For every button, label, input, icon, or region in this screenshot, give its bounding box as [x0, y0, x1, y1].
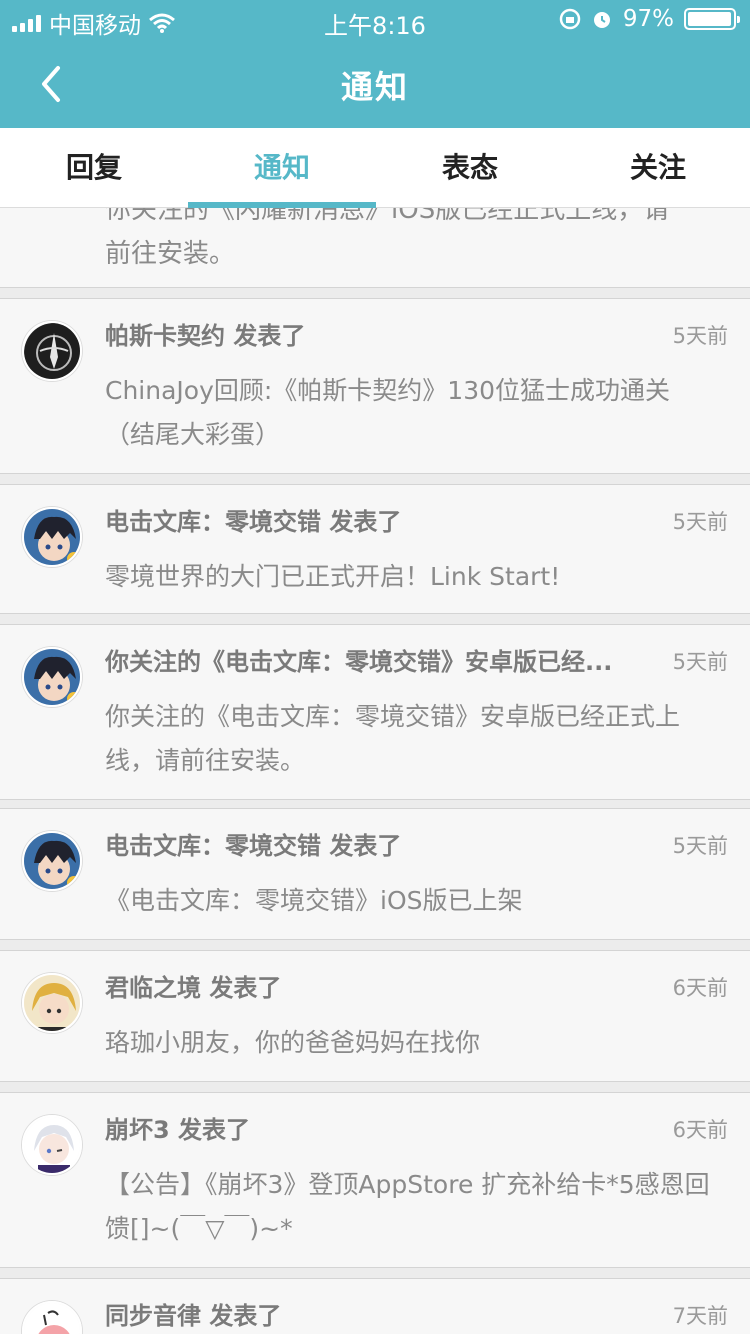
notification-list[interactable]: 你关注的《闪耀新消息》iOS版已经正式上线，请 前往安装。 帕斯卡契约 发表了 … [0, 208, 750, 1334]
list-item[interactable]: 电击文库：零境交错 发表了 5天前 《电击文库：零境交错》iOS版已上架 [0, 808, 750, 940]
tab-notifications[interactable]: 通知 [188, 128, 376, 208]
status-right: 97% [559, 6, 740, 32]
notification-title: 你关注的《电击文库：零境交错》安卓版已经... [105, 648, 613, 676]
list-item[interactable]: 同步音律 发表了 7天前 [0, 1278, 750, 1334]
pascal-avatar[interactable] [22, 321, 82, 381]
notification-title: 电击文库：零境交错 发表了 [105, 508, 402, 536]
battery-icon [684, 8, 740, 30]
notification-body: 【公告】《崩坏3》登顶AppStore 扩充补给卡*5感恩回馈[]~(￣▽￣)~… [105, 1170, 710, 1243]
notification-title: 崩坏3 发表了 [105, 1116, 251, 1144]
page-title: 通知 [340, 68, 409, 106]
notification-body: 你关注的《闪耀新消息》iOS版已经正式上线，请 前往安装。 [105, 208, 725, 276]
notification-body: ChinaJoy回顾:《帕斯卡契约》130位猛士成功通关 （结尾大彩蛋） [105, 376, 671, 449]
notification-time: 5天前 [672, 650, 728, 674]
notification-title: 君临之境 发表了 [105, 974, 282, 1002]
tab-follow[interactable]: 关注 [564, 128, 750, 208]
body-line: 前往安装。 [105, 239, 236, 269]
notification-time: 7天前 [672, 1304, 728, 1328]
tab-reactions[interactable]: 表态 [376, 128, 564, 208]
list-item[interactable]: 帕斯卡契约 发表了 5天前 ChinaJoy回顾:《帕斯卡契约》130位猛士成功… [0, 298, 750, 474]
tab-reply[interactable]: 回复 [0, 128, 188, 208]
alarm-icon [593, 12, 610, 28]
white-hair-girl-avatar[interactable] [22, 1115, 82, 1175]
list-item-partial[interactable]: 你关注的《闪耀新消息》iOS版已经正式上线，请 前往安装。 [0, 208, 750, 288]
list-item[interactable]: 君临之境 发表了 6天前 珞珈小朋友，你的爸爸妈妈在找你 [0, 950, 750, 1082]
anime-boy-avatar[interactable] [22, 647, 82, 707]
anime-boy-avatar[interactable] [22, 507, 82, 567]
notification-time: 5天前 [672, 834, 728, 858]
notification-title: 帕斯卡契约 发表了 [105, 322, 306, 350]
blonde-girl-avatar[interactable] [22, 973, 82, 1033]
list-item[interactable]: 崩坏3 发表了 6天前 【公告】《崩坏3》登顶AppStore 扩充补给卡*5感… [0, 1092, 750, 1268]
notification-title: 同步音律 发表了 [105, 1302, 282, 1330]
status-bar: 中国移动 上午8:16 97% [0, 0, 750, 40]
pink-character-avatar[interactable] [22, 1301, 82, 1334]
notification-time: 5天前 [672, 510, 728, 534]
tab-bar: 回复 通知 表态 关注 [0, 128, 750, 208]
notification-time: 6天前 [672, 1118, 728, 1142]
notification-body: 你关注的《电击文库：零境交错》安卓版已经正式上线，请前往安装。 [105, 702, 681, 775]
notification-time: 5天前 [672, 324, 728, 348]
battery-level [688, 12, 731, 26]
notification-title: 电击文库：零境交错 发表了 [105, 832, 402, 860]
battery-percent: 97% [622, 6, 674, 32]
anime-boy-avatar[interactable] [22, 831, 82, 891]
notification-body: 《电击文库：零境交错》iOS版已上架 [105, 886, 523, 915]
notification-time: 6天前 [672, 976, 728, 1000]
app-header: 中国移动 上午8:16 97% 通知 [0, 0, 750, 128]
rotation-lock-icon [559, 8, 581, 30]
notification-body: 零境世界的大门已正式开启！Link Start! [105, 562, 561, 591]
list-item[interactable]: 电击文库：零境交错 发表了 5天前 零境世界的大门已正式开启！Link Star… [0, 484, 750, 614]
list-item[interactable]: 你关注的《电击文库：零境交错》安卓版已经... 5天前 你关注的《电击文库：零境… [0, 624, 750, 800]
body-line: 你关注的《闪耀新消息》iOS版已经正式上线，请 [105, 208, 670, 225]
notification-body: 珞珈小朋友，你的爸爸妈妈在找你 [105, 1028, 481, 1057]
